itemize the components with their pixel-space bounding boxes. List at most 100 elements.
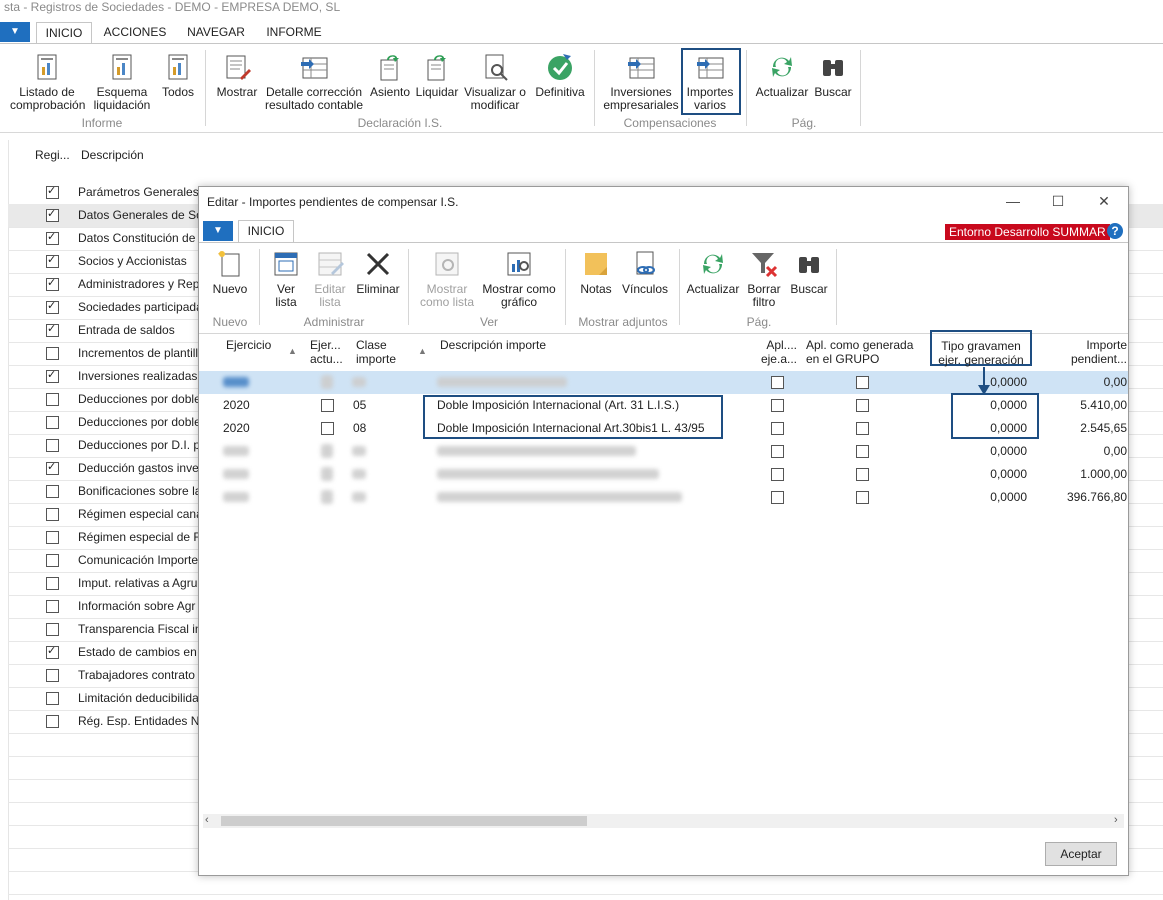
row-checkbox[interactable] bbox=[46, 669, 59, 682]
col-header-apl-ej[interactable]: Apl.... eje.a... bbox=[759, 338, 797, 366]
cell-importe-pendiente: 0,00 bbox=[1103, 375, 1127, 389]
row-checkbox[interactable] bbox=[46, 692, 59, 705]
sort-up-icon: ▲ bbox=[418, 346, 427, 356]
col-header-descripcion[interactable]: Descripción bbox=[81, 148, 144, 162]
col-header-ejer-actual[interactable]: Ejer... actu... bbox=[310, 338, 344, 366]
tab-navegar[interactable]: NAVEGAR bbox=[181, 22, 251, 43]
row-checkbox[interactable] bbox=[46, 531, 59, 544]
vinculos-button[interactable]: Vínculos bbox=[619, 249, 671, 296]
row-checkbox[interactable] bbox=[46, 299, 59, 314]
cell-apl-grupo-checkbox[interactable] bbox=[856, 445, 869, 458]
cell-apl-ej-checkbox[interactable] bbox=[771, 399, 784, 412]
notas-label: Notas bbox=[580, 282, 612, 296]
cell-importe-pendiente: 2.545,65 bbox=[1080, 421, 1127, 435]
row-checkbox[interactable] bbox=[46, 508, 59, 521]
cell-apl-ej-checkbox[interactable] bbox=[771, 376, 784, 389]
esquema-liquidacion-button[interactable]: Esquema liquidación bbox=[90, 52, 154, 112]
close-icon[interactable]: ✕ bbox=[1094, 193, 1114, 209]
row-checkbox[interactable] bbox=[46, 460, 59, 475]
eliminar-button[interactable]: Eliminar bbox=[353, 249, 403, 296]
cell-tipo-gravamen: 0,0000 bbox=[990, 467, 1027, 481]
row-checkbox[interactable] bbox=[46, 715, 59, 728]
cell-ejer-actual-checkbox[interactable] bbox=[321, 422, 334, 435]
dialog-tab-inicio[interactable]: INICIO bbox=[238, 220, 294, 242]
col-header-clase-importe[interactable]: Clase importe bbox=[356, 338, 406, 366]
cell-apl-grupo-checkbox[interactable] bbox=[856, 376, 869, 389]
table-row[interactable]: 0,0000 396.766,80 bbox=[199, 486, 1128, 509]
asiento-button[interactable]: Asiento bbox=[368, 52, 412, 99]
aceptar-button[interactable]: Aceptar bbox=[1045, 842, 1117, 866]
row-checkbox[interactable] bbox=[46, 439, 59, 452]
tab-informe[interactable]: INFORME bbox=[260, 22, 328, 43]
cell-apl-ej-checkbox[interactable] bbox=[771, 445, 784, 458]
cell-apl-grupo-checkbox[interactable] bbox=[856, 468, 869, 481]
row-checkbox[interactable] bbox=[46, 600, 59, 613]
col-header-ejercicio[interactable]: Ejercicio bbox=[226, 338, 271, 352]
row-checkbox[interactable] bbox=[46, 253, 59, 268]
cell-tipo-gravamen: 0,0000 bbox=[990, 444, 1027, 458]
tab-inicio[interactable]: INICIO bbox=[36, 22, 92, 44]
row-checkbox[interactable] bbox=[46, 184, 59, 199]
row-checkbox[interactable] bbox=[46, 368, 59, 383]
row-checkbox[interactable] bbox=[46, 485, 59, 498]
app-menu-button[interactable]: ▼ bbox=[0, 22, 30, 42]
col-header-importe-pendiente[interactable]: Importe pendient... bbox=[1069, 338, 1127, 366]
scroll-right-icon[interactable]: › bbox=[1114, 814, 1118, 826]
liquidar-button[interactable]: Liquidar bbox=[414, 52, 460, 99]
editar-lista-button[interactable]: Editar lista bbox=[309, 249, 351, 309]
definitiva-button[interactable]: Definitiva bbox=[532, 52, 588, 99]
tab-acciones[interactable]: ACCIONES bbox=[100, 22, 170, 43]
maximize-icon[interactable]: ☐ bbox=[1048, 193, 1068, 209]
mostrar-como-grafico-button[interactable]: Mostrar como gráfico bbox=[479, 249, 559, 309]
col-header-registro[interactable]: Regi... bbox=[35, 148, 70, 164]
table-row[interactable]: 0,0000 1.000,00 bbox=[199, 463, 1128, 486]
ver-lista-button[interactable]: Ver lista bbox=[265, 249, 307, 309]
minimize-icon[interactable]: — bbox=[1003, 193, 1023, 209]
notas-button[interactable]: Notas bbox=[575, 249, 617, 296]
col-header-tipo-gravamen[interactable]: Tipo gravamen ejer. generación bbox=[930, 330, 1032, 367]
horizontal-scrollbar[interactable]: ‹ › bbox=[203, 814, 1124, 828]
col-header-apl-grupo[interactable]: Apl. como generada en el GRUPO bbox=[806, 338, 924, 366]
row-checkbox[interactable] bbox=[46, 347, 59, 360]
row-checkbox[interactable] bbox=[46, 322, 59, 337]
nuevo-button[interactable]: Nuevo bbox=[205, 249, 255, 296]
cell-apl-ej-checkbox[interactable] bbox=[771, 468, 784, 481]
borrar-filtro-label: Borrar filtro bbox=[747, 282, 781, 309]
row-checkbox[interactable] bbox=[46, 416, 59, 429]
scrollbar-thumb[interactable] bbox=[221, 816, 587, 826]
cell-apl-grupo-checkbox[interactable] bbox=[856, 399, 869, 412]
cell-apl-grupo-checkbox[interactable] bbox=[856, 491, 869, 504]
row-checkbox[interactable] bbox=[46, 230, 59, 245]
redacted-clase bbox=[352, 492, 366, 502]
row-checkbox[interactable] bbox=[46, 623, 59, 636]
cell-apl-grupo-checkbox[interactable] bbox=[856, 422, 869, 435]
report-icon bbox=[112, 54, 132, 80]
dialog-actualizar-button[interactable]: Actualizar bbox=[685, 249, 741, 296]
listado-comprobacion-button[interactable]: Listado de comprobación bbox=[10, 52, 85, 112]
help-icon[interactable]: ? bbox=[1107, 223, 1123, 239]
row-checkbox[interactable] bbox=[46, 644, 59, 659]
borrar-filtro-button[interactable]: Borrar filtro bbox=[741, 249, 787, 309]
todos-button[interactable]: Todos bbox=[158, 52, 198, 99]
cell-apl-ej-checkbox[interactable] bbox=[771, 422, 784, 435]
scroll-left-icon[interactable]: ‹ bbox=[205, 814, 209, 826]
row-checkbox[interactable] bbox=[46, 393, 59, 406]
table-row[interactable]: 0,0000 0,00 bbox=[199, 440, 1128, 463]
inversiones-empresariales-button[interactable]: Inversiones empresariales bbox=[602, 52, 680, 112]
row-checkbox[interactable] bbox=[46, 554, 59, 567]
row-checkbox[interactable] bbox=[46, 207, 59, 222]
dialog-buscar-button[interactable]: Buscar bbox=[787, 249, 831, 296]
window-title: sta - Registros de Sociedades - DEMO - E… bbox=[4, 0, 341, 14]
mostrar-como-lista-button[interactable]: Mostrar como lista bbox=[415, 249, 479, 309]
visualizar-modificar-button[interactable]: Visualizar o modificar bbox=[462, 52, 528, 112]
cell-apl-ej-checkbox[interactable] bbox=[771, 491, 784, 504]
buscar-button[interactable]: Buscar bbox=[812, 52, 854, 99]
row-checkbox[interactable] bbox=[46, 276, 59, 291]
col-header-descripcion[interactable]: Descripción importe bbox=[440, 338, 546, 352]
detalle-correccion-button[interactable]: Detalle corrección resultado contable bbox=[262, 52, 366, 112]
mostrar-button[interactable]: Mostrar bbox=[214, 52, 260, 99]
cell-ejer-actual-checkbox[interactable] bbox=[321, 399, 334, 412]
actualizar-button[interactable]: Actualizar bbox=[752, 52, 812, 99]
row-checkbox[interactable] bbox=[46, 577, 59, 590]
dialog-menu-button[interactable]: ▼ bbox=[203, 221, 233, 241]
